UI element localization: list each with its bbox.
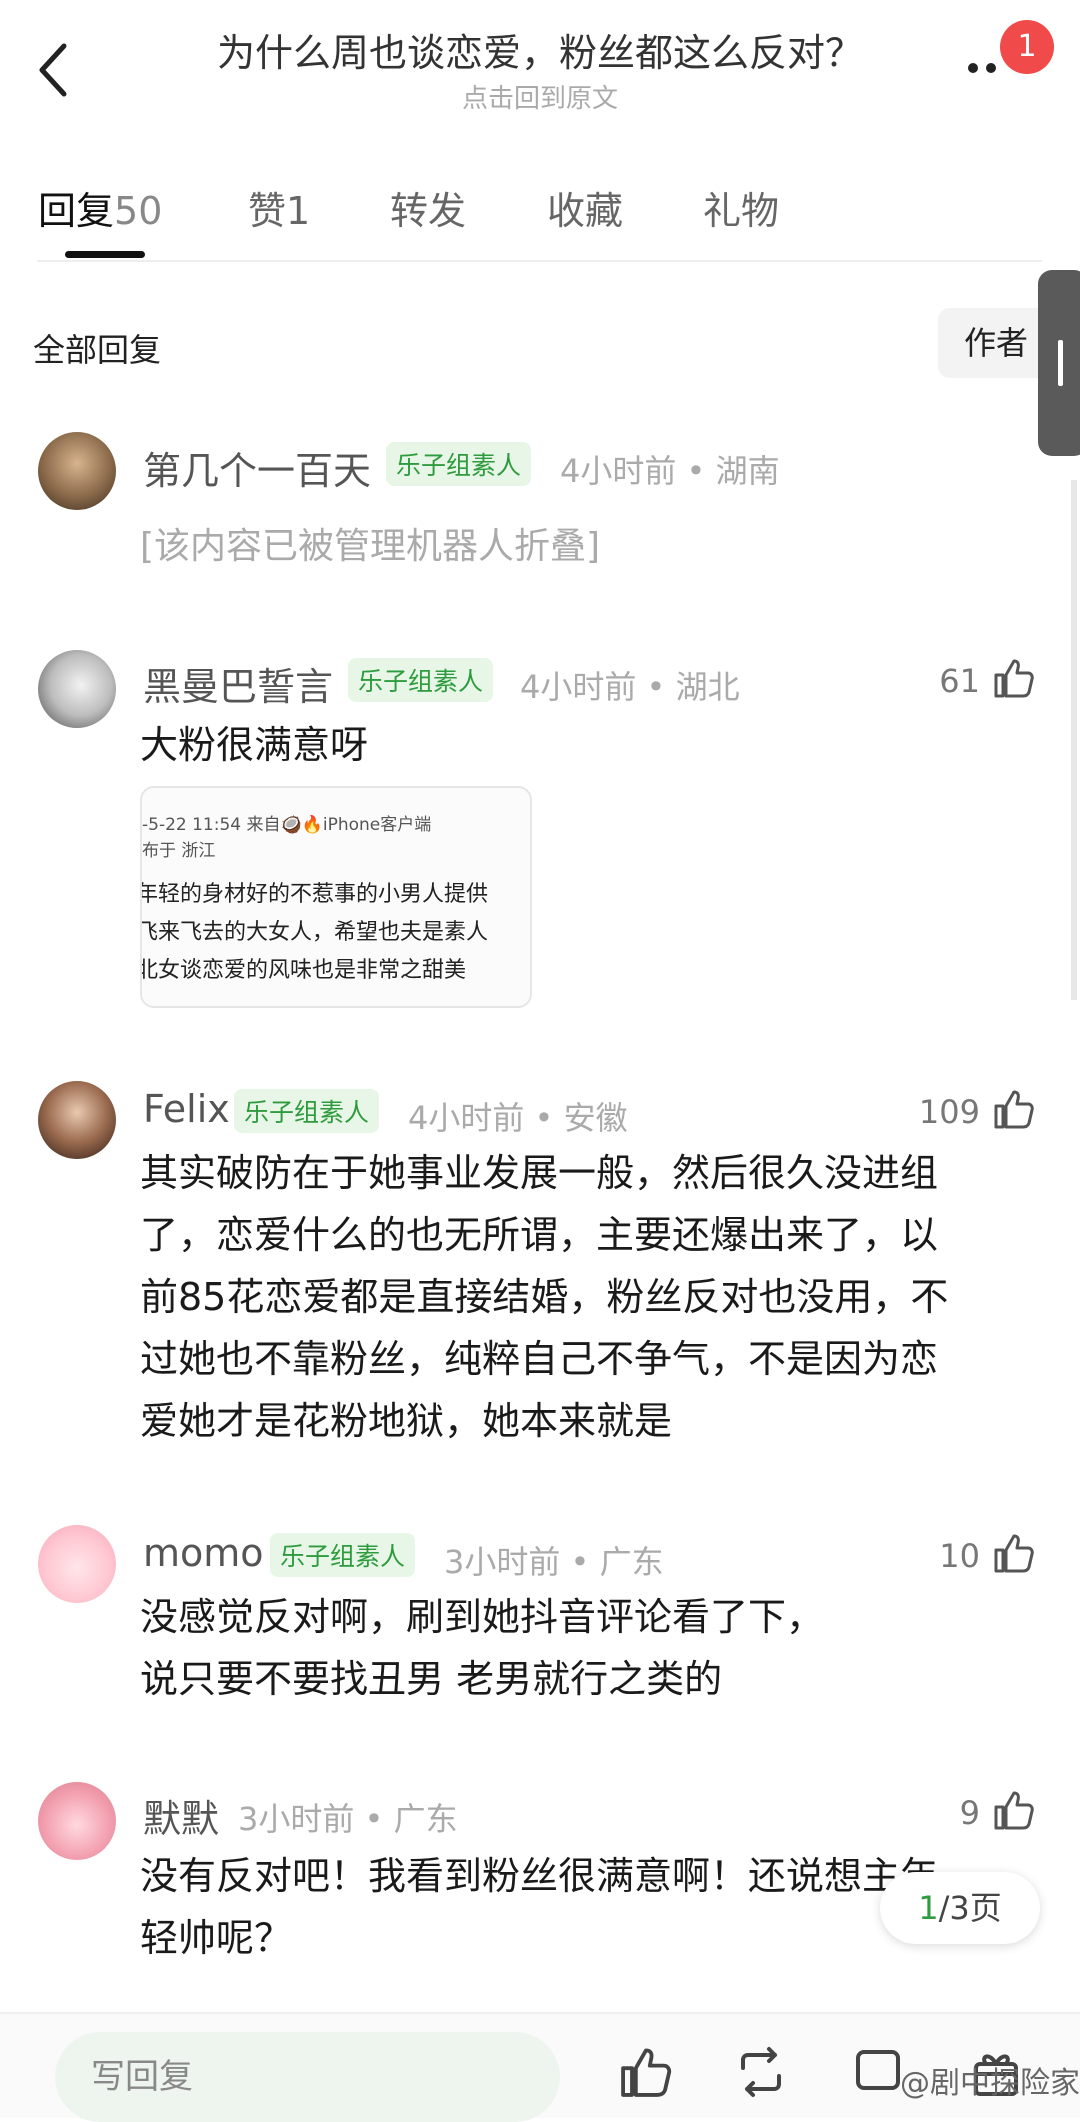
comment-text-line: 过她也不靠粉丝，纯粹自己不争气，不是因为恋 xyxy=(140,1337,939,1381)
watermark: @剧中探险家 xyxy=(900,2066,1080,2101)
comment-time: 4小时前 xyxy=(408,1099,525,1137)
thumbs-up-icon[interactable] xyxy=(992,1788,1036,1832)
user-tag-badge: 乐子组素人 xyxy=(386,442,532,486)
user-tag-badge: 乐子组素人 xyxy=(234,1089,380,1133)
comment-time: 3小时前 xyxy=(444,1543,561,1581)
comment-time: 3小时前 xyxy=(238,1800,355,1838)
comment-meta: 3小时前 • 广东 xyxy=(444,1543,664,1581)
comment-meta: 4小时前 • 安徽 xyxy=(408,1099,628,1137)
active-tab-indicator xyxy=(65,251,145,258)
tab-favorites[interactable]: 收藏 xyxy=(547,180,623,235)
page-title[interactable]: 为什么周也谈恋爱，粉丝都这么反对？ xyxy=(0,22,1080,77)
comment-text-line: 前85花恋爱都是直接结婚，粉丝反对也没用，不 xyxy=(140,1275,949,1319)
like-count: 109 xyxy=(918,1093,980,1131)
thumbs-up-icon[interactable] xyxy=(992,656,1036,700)
scroll-grip-icon xyxy=(1058,340,1063,386)
comment-time: 4小时前 xyxy=(520,668,637,706)
like-count: 9 xyxy=(959,1794,980,1832)
comment-location: 安徽 xyxy=(563,1099,628,1137)
all-replies-label: 全部回复 xyxy=(33,331,162,369)
comment-text-line: 爱她才是花粉地狱，她本来就是 xyxy=(140,1399,673,1443)
image-location: 布于 浙江 xyxy=(142,841,216,861)
comment-text: 大粉很满意呀 xyxy=(140,723,369,767)
comment-author-name[interactable]: momo xyxy=(143,1531,264,1575)
tab-reposts[interactable]: 转发 xyxy=(390,180,466,235)
avatar[interactable] xyxy=(38,432,116,510)
tab-label: 转发 xyxy=(390,189,467,233)
comment-time: 4小时前 xyxy=(560,452,677,490)
avatar[interactable] xyxy=(38,1525,116,1603)
comment-location: 湖北 xyxy=(675,668,740,706)
comment-location: 湖南 xyxy=(715,452,780,490)
thumbs-up-icon[interactable] xyxy=(992,1087,1036,1131)
more-icon[interactable] xyxy=(965,50,1005,80)
tab-label: 礼物 xyxy=(703,189,780,233)
comment-meta: 4小时前 • 湖北 xyxy=(520,668,740,706)
thumbs-up-icon[interactable] xyxy=(992,1531,1036,1575)
current-page: 1 xyxy=(918,1889,939,1927)
tab-label: 收藏 xyxy=(547,189,624,233)
image-text-line: 北女谈恋爱的风味也是非常之甜美 xyxy=(140,958,467,983)
user-tag-badge: 乐子组素人 xyxy=(270,1533,416,1577)
repost-icon[interactable] xyxy=(733,2044,789,2100)
comment-author-name[interactable]: 黑曼巴誓言 xyxy=(143,656,333,711)
avatar[interactable] xyxy=(38,650,116,728)
image-date-source: -5-22 11:54 来自🥥🔥iPhone客户端 xyxy=(142,815,432,835)
comment-meta: 3小时前 • 广东 xyxy=(238,1800,458,1838)
back-to-post-link[interactable]: 点击回到原文 xyxy=(0,78,1080,115)
image-text-line: 年轻的身材好的不惹事的小男人提供 xyxy=(140,882,489,907)
like-count: 10 xyxy=(939,1537,980,1575)
tab-replies[interactable]: 回复50 xyxy=(38,180,162,235)
tab-label: 赞 xyxy=(248,189,287,233)
comment-image[interactable]: -5-22 11:54 来自🥥🔥iPhone客户端 布于 浙江 年轻的身材好的不… xyxy=(140,786,532,1008)
page-indicator[interactable]: 1/3页 xyxy=(880,1872,1040,1944)
avatar[interactable] xyxy=(38,1782,116,1860)
comment-text: 没感觉反对啊，刷到她抖音评论看了下， 说只要不要找丑男 老男就行之类的 xyxy=(140,1586,1040,1710)
comment-text: 其实破防在于她事业发展一般，然后很久没进组 了，恋爱什么的也无所谓，主要还爆出来… xyxy=(140,1142,1040,1452)
page-total: /3页 xyxy=(938,1889,1002,1927)
image-text-line: 飞来飞去的大女人，希望也夫是素人 xyxy=(140,920,489,945)
like-count: 61 xyxy=(939,662,980,700)
comment-text-line: 了，恋爱什么的也无所谓，主要还爆出来了，以 xyxy=(140,1213,939,1257)
comment-text-line: 其实破防在于她事业发展一般，然后很久没进组 xyxy=(140,1151,939,1195)
like-icon[interactable] xyxy=(618,2044,674,2100)
scrollbar-track[interactable] xyxy=(1071,480,1077,1000)
tab-likes[interactable]: 赞1 xyxy=(248,180,310,235)
tab-count: 1 xyxy=(286,189,311,233)
author-filter-button[interactable]: 作者 xyxy=(938,308,1054,378)
notification-badge: 1 xyxy=(1000,20,1054,74)
folded-comment-text[interactable]: [该内容已被管理机器人折叠] xyxy=(140,517,600,569)
tab-label: 回复 xyxy=(38,189,115,233)
avatar[interactable] xyxy=(38,1081,116,1159)
user-tag-badge: 乐子组素人 xyxy=(348,658,494,702)
comment-location: 广东 xyxy=(393,1800,458,1838)
comment-text-line: 说只要不要找丑男 老男就行之类的 xyxy=(140,1657,723,1701)
tab-gifts[interactable]: 礼物 xyxy=(703,180,779,235)
reply-input[interactable]: 写回复 xyxy=(55,2032,560,2122)
comment-meta: 4小时前 • 湖南 xyxy=(560,452,780,490)
comment-author-name[interactable]: 默默 xyxy=(143,1788,219,1843)
comment-location: 广东 xyxy=(599,1543,664,1581)
comment-text-line: 没感觉反对啊，刷到她抖音评论看了下， xyxy=(140,1595,825,1639)
tab-count: 50 xyxy=(114,189,163,233)
comment-author-name[interactable]: 第几个一百天 xyxy=(143,440,371,495)
comment-author-name[interactable]: Felix xyxy=(143,1087,230,1131)
tabs-divider xyxy=(37,260,1042,262)
